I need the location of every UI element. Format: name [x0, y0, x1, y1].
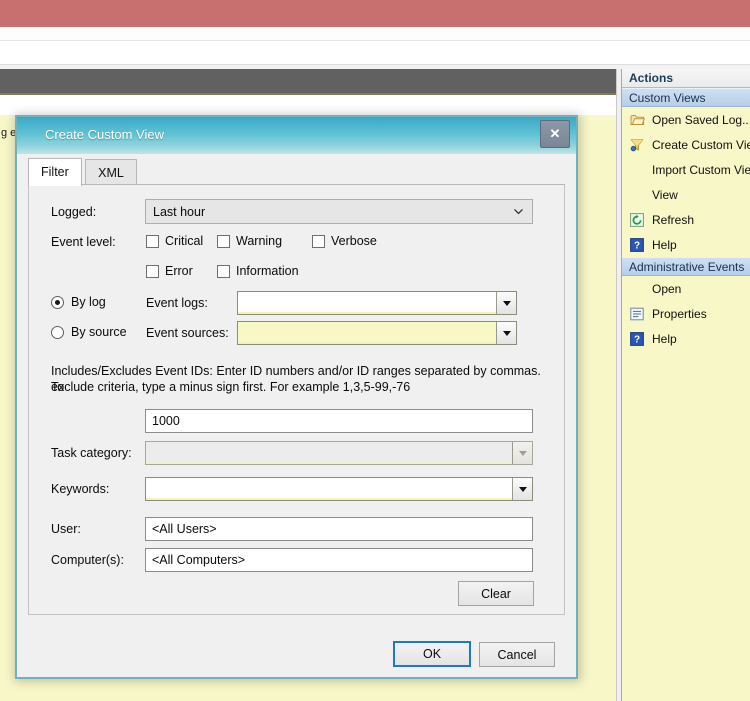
- actions-pane-header: Actions: [622, 69, 750, 88]
- tab-xml[interactable]: XML: [85, 159, 137, 186]
- app-toolbar-strip: [0, 41, 750, 65]
- ok-button[interactable]: OK: [393, 641, 471, 667]
- event-sources-label: Event sources:: [146, 326, 229, 340]
- dialog-tabstrip: Filter XML: [17, 158, 576, 186]
- event-sources-combo[interactable]: [237, 321, 517, 345]
- actions-pane: Actions Custom Views Open Saved Log... C…: [621, 69, 750, 701]
- action-help-administrative-events[interactable]: ? Help: [622, 326, 750, 351]
- user-label: User:: [51, 522, 81, 536]
- action-help-custom-views[interactable]: ? Help: [622, 232, 750, 257]
- action-label: Help: [652, 237, 677, 252]
- checkbox-label: Critical: [165, 234, 204, 248]
- radio-by-log[interactable]: By log: [51, 295, 106, 309]
- radio-indicator: [51, 295, 64, 309]
- action-label: Open: [652, 281, 682, 296]
- checkbox-box: [146, 264, 159, 278]
- action-view[interactable]: View: [622, 182, 750, 207]
- action-label: Open Saved Log...: [652, 112, 750, 127]
- checkbox-box: [146, 234, 159, 248]
- app-top-red-bar: [0, 0, 750, 28]
- refresh-icon: [628, 212, 646, 228]
- computers-label: Computer(s):: [51, 553, 124, 567]
- dropdown-arrow-icon[interactable]: [512, 442, 532, 464]
- action-create-custom-view[interactable]: Create Custom Vie: [622, 132, 750, 157]
- keywords-value: [146, 478, 512, 500]
- action-open-saved-log[interactable]: Open Saved Log...: [622, 107, 750, 132]
- checkbox-label: Verbose: [331, 234, 377, 248]
- checkbox-error[interactable]: Error: [146, 264, 193, 278]
- action-properties[interactable]: Properties: [622, 301, 750, 326]
- chevron-down-icon: [513, 206, 524, 217]
- svg-text:?: ?: [634, 240, 640, 251]
- checkbox-verbose[interactable]: Verbose: [312, 234, 377, 248]
- checkbox-label: Error: [165, 264, 193, 278]
- filter-panel: Logged: Last hour Event level: Critical …: [28, 185, 565, 615]
- no-icon: [628, 187, 646, 203]
- checkbox-box: [217, 234, 230, 248]
- actions-group-custom-views: Custom Views: [622, 88, 750, 107]
- checkbox-warning[interactable]: Warning: [217, 234, 282, 248]
- keywords-label: Keywords:: [51, 482, 110, 496]
- actions-group-administrative-events: Administrative Events: [622, 257, 750, 276]
- action-label: Help: [652, 331, 677, 346]
- dropdown-arrow-icon[interactable]: [512, 478, 532, 500]
- no-icon: [628, 281, 646, 297]
- checkbox-box: [217, 264, 230, 278]
- no-icon: [628, 162, 646, 178]
- event-logs-combo[interactable]: [237, 291, 517, 315]
- action-label: Create Custom Vie: [652, 137, 750, 152]
- properties-icon: [628, 306, 646, 322]
- create-custom-view-dialog: Create Custom View ✕ Filter XML Logged: …: [15, 115, 578, 679]
- checkbox-box: [312, 234, 325, 248]
- help-icon: ?: [628, 331, 646, 347]
- folder-open-icon: [628, 112, 646, 128]
- logged-value: Last hour: [153, 204, 206, 219]
- close-icon[interactable]: ✕: [540, 120, 570, 148]
- logged-select[interactable]: Last hour: [145, 199, 533, 224]
- dialog-title-bar[interactable]: Create Custom View ✕: [17, 117, 576, 154]
- dropdown-arrow-icon[interactable]: [496, 322, 516, 344]
- radio-indicator: [51, 325, 64, 339]
- funnel-icon: [628, 137, 646, 153]
- app-dark-header-bar: [0, 69, 616, 93]
- checkbox-label: Warning: [236, 234, 283, 248]
- event-logs-value: [238, 292, 496, 314]
- radio-label: By source: [71, 325, 127, 339]
- event-sources-value: [238, 322, 496, 344]
- dialog-title: Create Custom View: [45, 127, 164, 142]
- action-refresh[interactable]: Refresh: [622, 207, 750, 232]
- clear-button[interactable]: Clear: [458, 581, 534, 606]
- radio-label: By log: [71, 295, 106, 309]
- checkbox-label: Information: [236, 264, 299, 278]
- task-category-value: [146, 442, 512, 464]
- computers-input[interactable]: <All Computers>: [145, 548, 533, 572]
- dropdown-arrow-icon[interactable]: [496, 292, 516, 314]
- action-label: Refresh: [652, 212, 695, 227]
- action-label: View: [652, 187, 678, 202]
- action-label: Import Custom Vie: [652, 162, 750, 177]
- event-level-label: Event level:: [51, 235, 116, 249]
- tab-filter[interactable]: Filter: [28, 158, 82, 186]
- user-input[interactable]: <All Users>: [145, 517, 533, 541]
- help-icon: ?: [628, 237, 646, 253]
- checkbox-information[interactable]: Information: [217, 264, 299, 278]
- logged-label: Logged:: [51, 205, 97, 219]
- task-category-label: Task category:: [51, 446, 132, 460]
- event-ids-help-line-2: exclude criteria, type a minus sign firs…: [51, 380, 411, 394]
- svg-text:?: ?: [634, 334, 640, 345]
- cancel-button[interactable]: Cancel: [479, 642, 555, 667]
- app-menu-strip: [0, 27, 750, 41]
- action-label: Properties: [652, 306, 707, 321]
- event-logs-label: Event logs:: [146, 296, 208, 310]
- action-open[interactable]: Open: [622, 276, 750, 301]
- event-ids-input[interactable]: 1000: [145, 409, 533, 433]
- app-content-white-strip: [2, 95, 614, 115]
- keywords-combo[interactable]: [145, 477, 533, 501]
- task-category-combo[interactable]: [145, 441, 533, 465]
- radio-by-source[interactable]: By source: [51, 325, 127, 339]
- screen: g e ... saved log Actions Custom Views O…: [0, 0, 750, 701]
- checkbox-critical[interactable]: Critical: [146, 234, 203, 248]
- action-import-custom-view[interactable]: Import Custom Vie: [622, 157, 750, 182]
